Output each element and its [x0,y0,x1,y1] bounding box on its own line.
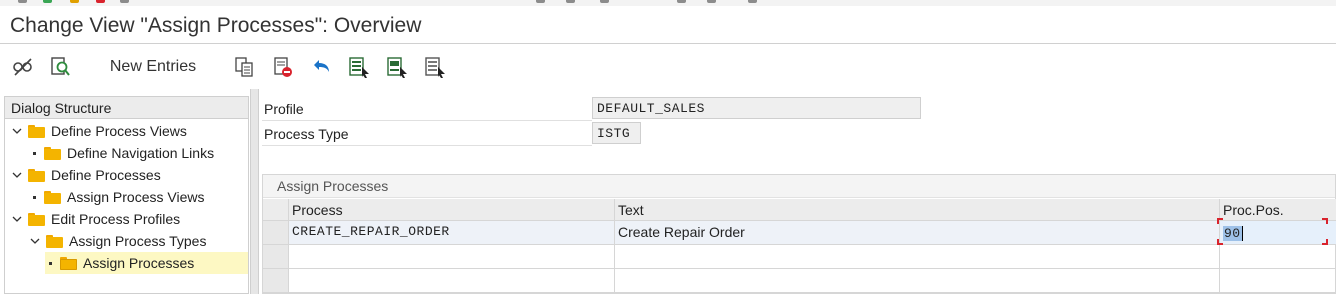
edit-focus-markers [1217,218,1329,246]
tree-item-label: Define Processes [51,167,161,183]
tree-item-label: Assign Process Views [67,189,204,205]
table-cell-text [615,245,1220,269]
display-change-icon[interactable] [10,54,36,80]
row-selector[interactable] [263,269,289,293]
find-icon[interactable] [48,54,74,80]
application-toolbar: New Entries [0,45,1336,89]
dialog-structure-title: Dialog Structure [5,97,248,119]
new-entries-label: New Entries [104,58,202,76]
tree-item-label: Assign Process Types [69,233,206,249]
folder-icon [28,213,45,226]
tree-item-define-processes[interactable]: Define Processes [11,164,161,186]
table-cell-text [615,269,1220,293]
copy-as-icon[interactable] [232,54,258,80]
profile-field: DEFAULT_SALES [592,97,921,119]
delete-icon[interactable] [270,54,296,80]
chevron-down-icon[interactable] [11,169,23,181]
table-cell-proc-pos[interactable] [1220,245,1336,269]
table-cell-text: Create Repair Order [615,221,1220,245]
open-folder-icon [60,257,77,270]
folder-icon [46,235,63,248]
table-cell-process[interactable] [289,269,615,293]
new-entries-button[interactable]: New Entries [100,54,206,80]
page-title: Change View "Assign Processes": Overview [10,14,421,38]
tree-item-label: Assign Processes [83,255,194,271]
tree-item-define-process-views[interactable]: Define Process Views [11,120,187,142]
bullet-icon [33,196,36,199]
bullet-icon [33,152,36,155]
tree-item-assign-process-types[interactable]: Assign Process Types [29,230,206,252]
chevron-down-icon[interactable] [11,213,23,225]
folder-icon [44,191,61,204]
tree-item-label: Edit Process Profiles [51,211,180,227]
title-bar: Change View "Assign Processes": Overview [0,6,1336,44]
folder-icon [28,169,45,182]
panel-splitter[interactable] [250,89,259,294]
tree-item-label: Define Navigation Links [67,145,214,161]
undo-icon[interactable] [308,54,334,80]
row-selector[interactable] [263,221,289,245]
chevron-down-icon[interactable] [29,235,41,247]
folder-icon [28,125,45,138]
deselect-all-icon[interactable] [422,54,448,80]
table-cell-process[interactable] [289,245,615,269]
process-type-field: ISTG [592,122,641,144]
table-cell-proc-pos[interactable] [1220,269,1336,293]
process-type-label: Process Type [262,122,592,146]
tree-item-assign-processes[interactable]: Assign Processes [45,252,249,274]
assign-processes-section: Assign Processes Process Text Proc.Pos. … [262,174,1336,294]
tree-item-label: Define Process Views [51,123,187,139]
tree-item-define-navigation-links[interactable]: Define Navigation Links [29,142,214,164]
chevron-down-icon[interactable] [11,125,23,137]
section-title: Assign Processes [263,175,1335,198]
tree-item-assign-process-views[interactable]: Assign Process Views [29,186,204,208]
select-all-column[interactable] [263,199,289,221]
select-all-icon[interactable] [346,54,372,80]
bullet-icon [49,262,52,265]
column-header-process[interactable]: Process [289,199,615,221]
dialog-structure-panel: Dialog Structure Define Process Views De… [4,96,249,294]
folder-icon [44,147,61,160]
select-block-icon[interactable] [384,54,410,80]
row-selector[interactable] [263,245,289,269]
table-cell-process: CREATE_REPAIR_ORDER [289,221,615,245]
profile-label: Profile [262,97,592,121]
column-header-text[interactable]: Text [615,199,1220,221]
tree-item-edit-process-profiles[interactable]: Edit Process Profiles [11,208,180,230]
